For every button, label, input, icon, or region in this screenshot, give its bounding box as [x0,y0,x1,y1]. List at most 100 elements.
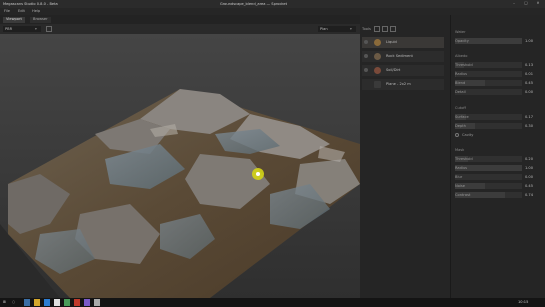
app-icon[interactable] [64,299,70,306]
mode-select[interactable]: PBR ▾ [3,26,41,32]
viewport-toolbar: PBR ▾ Plan ▾ [0,24,360,34]
section-title: Cutoff [455,106,466,110]
duplicate-icon[interactable] [382,26,388,32]
layer-name: Liquid [386,40,397,44]
property-label: Blur [455,175,463,179]
property-opacity[interactable]: Opacity 1.00 [455,38,535,44]
panel-divider [450,15,451,298]
property-label: Blend [455,81,466,85]
close-icon[interactable]: ✕ [534,1,542,7]
property-value[interactable]: 0.74 [525,193,533,197]
view-select[interactable]: Plan ▾ [318,26,356,32]
property-detail[interactable]: Detail 0.00 [455,89,535,95]
slider-track[interactable] [455,174,522,180]
checkbox-icon[interactable] [455,133,459,137]
property-blur[interactable]: Blur 0.00 [455,174,535,180]
property-radius[interactable]: Radius 1.00 [455,165,535,171]
property-label: Opacity [455,39,469,43]
viewport-3d[interactable] [0,34,360,298]
app-icon[interactable] [94,299,100,306]
menu-help[interactable]: Help [32,9,40,13]
property-label: Contrast [455,193,471,197]
layer-name: Soil/Dirt [386,68,401,72]
property-value[interactable]: 1.00 [525,39,533,43]
property-value[interactable]: 0.00 [525,90,533,94]
chevron-down-icon: ▾ [350,27,352,31]
delete-icon[interactable] [390,26,396,32]
browser-icon[interactable] [44,299,50,306]
property-noise[interactable]: Noise 0.45 [455,183,535,189]
property-value[interactable]: 0.13 [525,63,533,67]
property-threshold[interactable]: Threshold 0.13 [455,62,535,68]
layer-item[interactable]: Soil/Dirt [362,65,444,76]
property-label: Surface [455,115,469,119]
property-value[interactable]: 0.20 [525,157,533,161]
terrain-render [0,34,360,298]
property-label: Threshold [455,157,473,161]
menu-bar: File Edit Help [0,8,545,15]
tab-viewport[interactable]: Viewport [3,17,25,23]
cavity-toggle[interactable]: Cavity [455,132,495,138]
property-surface[interactable]: Surface 0.17 [455,114,535,120]
layer-thumbnail [374,67,381,74]
mode-select-value: PBR [5,27,13,31]
app-title: Megascans Studio 0.8.0 - Beta [3,2,58,6]
layer-item[interactable]: Rock Sediment [362,51,444,62]
store-icon[interactable] [54,299,60,306]
visibility-icon[interactable] [364,82,368,86]
layer-thumbnail [374,39,381,46]
section-title: Water [455,30,466,34]
clock: 10:15 [518,300,529,304]
layer-item[interactable]: Liquid [362,37,444,48]
property-value[interactable]: 0.30 [525,124,533,128]
section-title: Mask [455,148,465,152]
property-value[interactable]: 0.01 [525,72,533,76]
property-label: Radius [455,72,468,76]
property-contrast[interactable]: Contrast 0.74 [455,192,535,198]
view-select-value: Plan [320,27,328,31]
property-radius[interactable]: Radius 0.01 [455,71,535,77]
layer-item[interactable]: Plane - 2x2 m [362,79,444,90]
property-label: Depth [455,124,466,128]
layer-thumbnail [374,53,381,60]
window-title: Groundscape_blend_area — Sprocket [220,2,288,6]
property-blend[interactable]: Blend 0.45 [455,80,535,86]
property-value[interactable]: 0.00 [525,175,533,179]
property-depth[interactable]: Depth 0.30 [455,123,535,129]
minimize-icon[interactable]: – [510,1,518,7]
section-title: Albedo [455,54,468,58]
layers-tools: Tools [362,26,442,32]
chevron-down-icon: ▾ [35,27,37,31]
frame-icon[interactable] [46,26,52,32]
property-label: Threshold [455,63,473,67]
property-threshold[interactable]: Threshold 0.20 [455,156,535,162]
property-label: Noise [455,184,465,188]
title-bar: Megascans Studio 0.8.0 - Beta Groundscap… [0,0,545,8]
visibility-icon[interactable] [364,40,368,44]
app-icon[interactable] [84,299,90,306]
visibility-icon[interactable] [364,54,368,58]
start-icon[interactable]: ⊞ [3,300,6,304]
layer-name: Plane - 2x2 m [386,82,411,86]
property-label: Detail [455,90,466,94]
maximize-icon[interactable]: □ [522,1,530,7]
property-label: Radius [455,166,468,170]
taskview-icon[interactable] [24,299,30,306]
layer-name: Rock Sediment [386,54,413,58]
property-value[interactable]: 0.17 [525,115,533,119]
menu-file[interactable]: File [4,9,10,13]
visibility-icon[interactable] [364,68,368,72]
layer-thumbnail [374,81,381,88]
app-icon[interactable] [74,299,80,306]
property-value[interactable]: 0.45 [525,184,533,188]
taskbar: ⊞ ○ 10:15 [0,298,545,307]
search-icon[interactable]: ○ [12,300,15,304]
property-value[interactable]: 1.00 [525,166,533,170]
tab-browser[interactable]: Browser [30,17,51,23]
layers-tools-label: Tools [362,27,371,31]
property-value[interactable]: 0.45 [525,81,533,85]
add-layer-icon[interactable] [374,26,380,32]
menu-edit[interactable]: Edit [18,9,25,13]
explorer-icon[interactable] [34,299,40,306]
slider-track[interactable] [455,183,522,189]
